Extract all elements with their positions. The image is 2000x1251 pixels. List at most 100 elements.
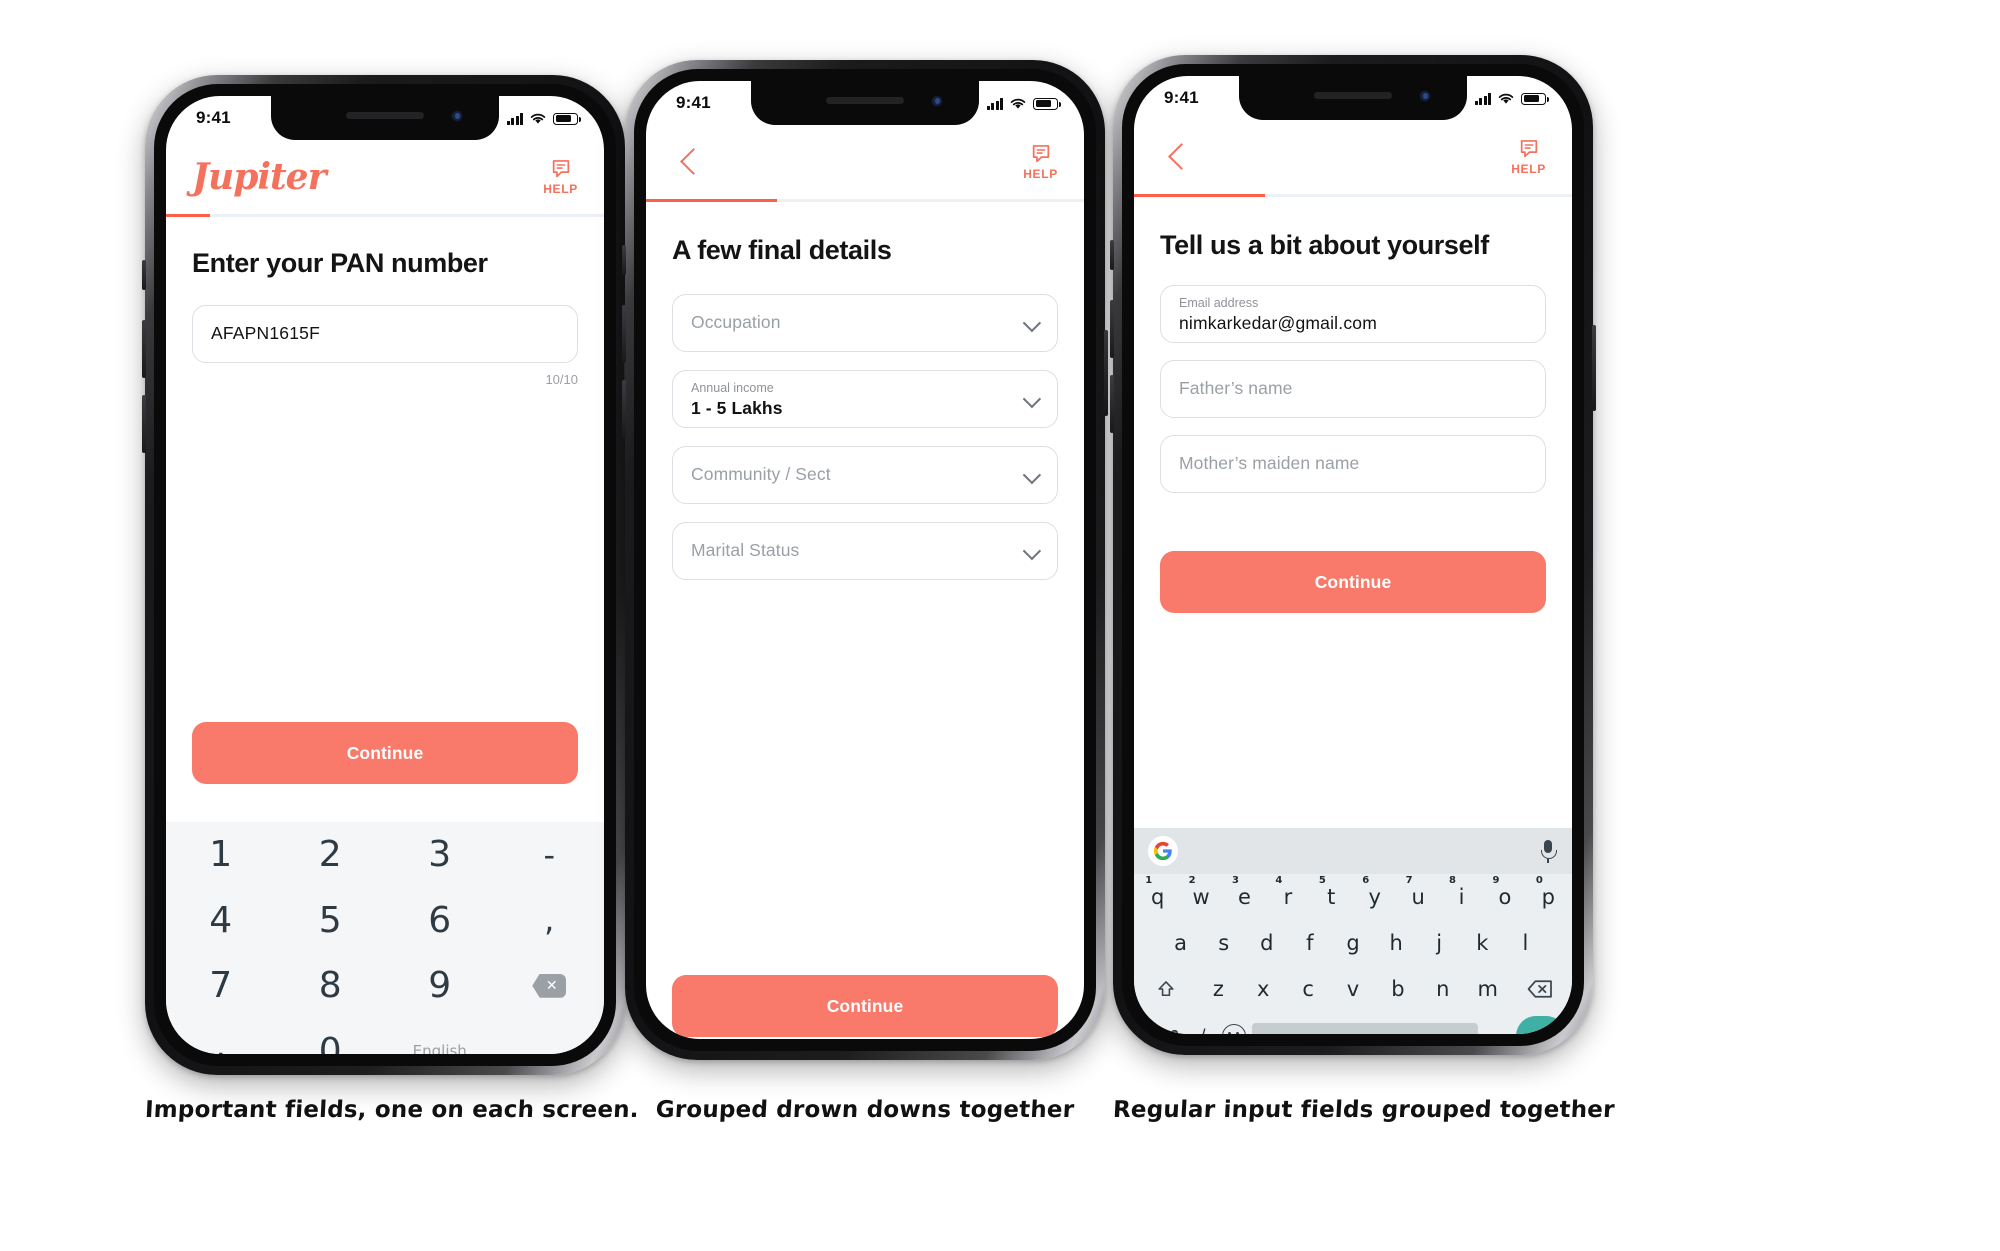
numkey-1[interactable]: 1 bbox=[166, 822, 276, 888]
key-c[interactable]: c bbox=[1287, 966, 1330, 1012]
cellular-signal-icon bbox=[506, 112, 523, 125]
volume-down-button-3[interactable] bbox=[1110, 375, 1114, 433]
volume-down-button-1[interactable] bbox=[142, 395, 146, 453]
key-y[interactable]: 6y bbox=[1354, 874, 1395, 920]
volume-up-button-2[interactable] bbox=[622, 305, 626, 363]
progress-bar-2 bbox=[646, 199, 1084, 202]
help-button-2[interactable]: HELP bbox=[1023, 143, 1058, 181]
android-keyboard: 1q 2w 3e 4r 5t 6y 7u 8i 9o 0p a s d f g … bbox=[1134, 828, 1572, 1034]
slash-key[interactable]: / bbox=[1190, 1026, 1216, 1035]
microphone-icon[interactable] bbox=[1538, 838, 1558, 864]
power-button-3[interactable] bbox=[1592, 325, 1596, 411]
key-a[interactable]: a bbox=[1160, 920, 1201, 966]
numkey-7[interactable]: 7 bbox=[166, 953, 276, 1019]
back-button-2[interactable] bbox=[672, 145, 706, 179]
numkey-3[interactable]: 3 bbox=[385, 822, 495, 888]
backspace-key[interactable] bbox=[1511, 966, 1569, 1012]
key-x[interactable]: x bbox=[1242, 966, 1285, 1012]
battery-icon bbox=[553, 112, 581, 125]
numkey-backspace[interactable]: ✕ bbox=[495, 953, 605, 1019]
key-m[interactable]: m bbox=[1466, 966, 1509, 1012]
key-d[interactable]: d bbox=[1246, 920, 1287, 966]
keyboard-row-3: z x c v b n m bbox=[1134, 966, 1572, 1012]
numkey-8[interactable]: 8 bbox=[276, 953, 386, 1019]
key-s[interactable]: s bbox=[1203, 920, 1244, 966]
screen-about-yourself: 9:41 HELP Tell us a bit about yourself E… bbox=[1134, 76, 1572, 1034]
key-g[interactable]: g bbox=[1332, 920, 1373, 966]
status-bar-3: 9:41 bbox=[1134, 76, 1572, 120]
app-header-3: HELP bbox=[1134, 120, 1572, 194]
numkey-5[interactable]: 5 bbox=[276, 888, 386, 954]
key-e[interactable]: 3e bbox=[1224, 874, 1265, 920]
occupation-dropdown[interactable]: Occupation bbox=[672, 293, 1058, 352]
mute-switch-3[interactable] bbox=[1110, 240, 1114, 270]
status-time-2: 9:41 bbox=[676, 93, 711, 112]
numkey-period[interactable]: . bbox=[166, 1019, 276, 1054]
numkey-language[interactable]: English bbox=[385, 1019, 495, 1054]
key-r[interactable]: 4r bbox=[1267, 874, 1308, 920]
key-v[interactable]: v bbox=[1332, 966, 1375, 1012]
volume-up-button-3[interactable] bbox=[1110, 300, 1114, 358]
help-button-1[interactable]: HELP bbox=[543, 158, 578, 196]
key-f[interactable]: f bbox=[1289, 920, 1330, 966]
continue-button-1[interactable]: Continue bbox=[192, 722, 578, 784]
mothers-maiden-name-input[interactable]: Mother’s maiden name bbox=[1160, 434, 1546, 493]
keyboard-row-1: 1q 2w 3e 4r 5t 6y 7u 8i 9o 0p bbox=[1134, 874, 1572, 920]
shift-key[interactable] bbox=[1137, 966, 1195, 1012]
pan-number-input[interactable]: AFAPN1615F bbox=[192, 304, 578, 363]
fathers-name-input[interactable]: Father’s name bbox=[1160, 359, 1546, 418]
cellular-signal-icon-2 bbox=[986, 97, 1003, 110]
key-p[interactable]: 0p bbox=[1528, 874, 1569, 920]
key-l[interactable]: l bbox=[1505, 920, 1546, 966]
volume-down-button-2[interactable] bbox=[622, 380, 626, 438]
numkey-comma[interactable]: , bbox=[495, 888, 605, 954]
emoji-icon[interactable] bbox=[1222, 1024, 1246, 1034]
numkey-2[interactable]: 2 bbox=[276, 822, 386, 888]
numkey-0[interactable]: 0 bbox=[276, 1019, 386, 1054]
volume-up-button-1[interactable] bbox=[142, 320, 146, 378]
key-n[interactable]: n bbox=[1421, 966, 1464, 1012]
key-q[interactable]: 1q bbox=[1137, 874, 1178, 920]
google-logo-icon[interactable] bbox=[1148, 836, 1178, 866]
continue-button-3[interactable]: Continue bbox=[1160, 551, 1546, 613]
community-sect-placeholder: Community / Sect bbox=[691, 464, 831, 485]
caption-3: Regular input fields grouped together bbox=[1112, 1097, 1616, 1123]
power-button-2[interactable] bbox=[1104, 330, 1108, 416]
status-bar-2: 9:41 bbox=[646, 81, 1084, 125]
back-button-3[interactable] bbox=[1160, 140, 1194, 174]
enter-key[interactable] bbox=[1516, 1016, 1566, 1034]
key-o[interactable]: 9o bbox=[1484, 874, 1525, 920]
fathers-name-placeholder: Father’s name bbox=[1179, 378, 1293, 399]
annual-income-label: Annual income bbox=[691, 381, 774, 396]
email-address-input[interactable]: Email address nimkarkedar@gmail.com bbox=[1160, 284, 1546, 343]
key-h[interactable]: h bbox=[1376, 920, 1417, 966]
key-w[interactable]: 2w bbox=[1180, 874, 1221, 920]
continue-button-2[interactable]: Continue bbox=[672, 975, 1058, 1037]
numkey-dash[interactable]: - bbox=[495, 822, 605, 888]
key-k[interactable]: k bbox=[1462, 920, 1503, 966]
symbols-key[interactable]: ?123 bbox=[1140, 1028, 1184, 1034]
key-r-num: 4 bbox=[1275, 875, 1283, 886]
status-bar-1: 9:41 bbox=[166, 96, 604, 140]
mute-switch-1[interactable] bbox=[142, 260, 146, 290]
marital-status-dropdown[interactable]: Marital Status bbox=[672, 521, 1058, 580]
numkey-9[interactable]: 9 bbox=[385, 953, 495, 1019]
key-w-label: w bbox=[1192, 885, 1210, 909]
period-key[interactable]: . bbox=[1484, 1025, 1510, 1035]
key-u[interactable]: 7u bbox=[1397, 874, 1438, 920]
community-sect-dropdown[interactable]: Community / Sect bbox=[672, 445, 1058, 504]
key-t[interactable]: 5t bbox=[1311, 874, 1352, 920]
progress-fill-2 bbox=[646, 199, 778, 202]
key-i[interactable]: 8i bbox=[1441, 874, 1482, 920]
chevron-down-icon-marital bbox=[1022, 541, 1042, 561]
key-z[interactable]: z bbox=[1197, 966, 1240, 1012]
numkey-6[interactable]: 6 bbox=[385, 888, 495, 954]
numkey-4[interactable]: 4 bbox=[166, 888, 276, 954]
key-b[interactable]: b bbox=[1376, 966, 1419, 1012]
help-button-3[interactable]: HELP bbox=[1511, 138, 1546, 176]
space-key[interactable] bbox=[1252, 1023, 1478, 1034]
annual-income-dropdown[interactable]: Annual income 1 - 5 Lakhs bbox=[672, 369, 1058, 428]
status-time-1: 9:41 bbox=[196, 108, 231, 127]
key-j[interactable]: j bbox=[1419, 920, 1460, 966]
mute-switch-2[interactable] bbox=[622, 245, 626, 275]
